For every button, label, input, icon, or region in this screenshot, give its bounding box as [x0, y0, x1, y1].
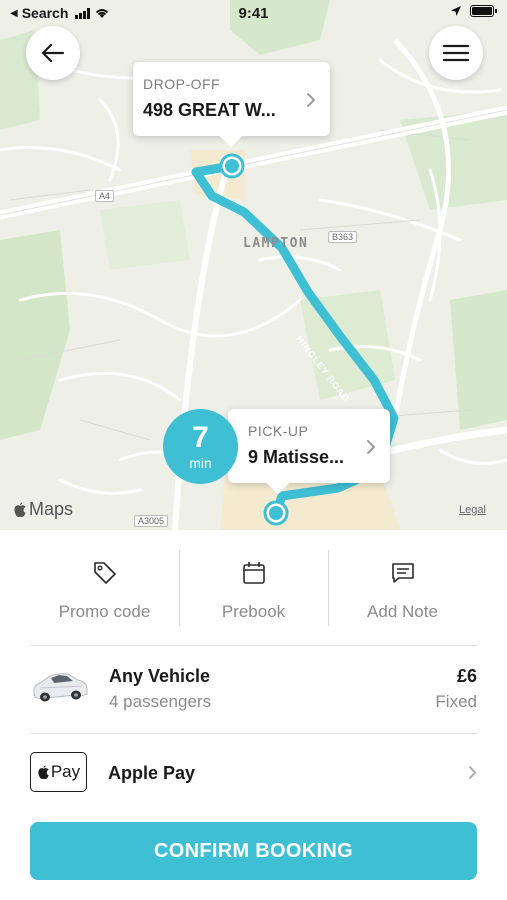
maps-label: Maps [29, 499, 74, 519]
menu-button[interactable] [429, 26, 483, 80]
back-arrow-icon [41, 43, 65, 63]
road-badge-a3005: A3005 [134, 515, 169, 527]
booking-options: Promo code Prebook Add Note [30, 550, 477, 626]
vehicle-price: £6 [456, 666, 477, 686]
apple-logo-icon [38, 764, 49, 779]
add-note-label: Add Note [367, 602, 438, 621]
add-note-option[interactable]: Add Note [328, 550, 477, 626]
eta-unit: min [189, 455, 212, 471]
dropoff-address: 498 GREAT W... [143, 100, 276, 120]
battery-icon [470, 5, 497, 17]
promo-code-label: Promo code [58, 602, 151, 621]
eta-badge: 7 min [163, 409, 238, 484]
area-label: LAMPTON [243, 236, 309, 251]
status-time: 9:41 [238, 5, 269, 22]
apple-maps-logo: Maps [13, 499, 73, 520]
apple-pay-badge: Pay [30, 752, 87, 792]
note-icon [391, 563, 414, 583]
status-right-icons [450, 5, 497, 17]
confirm-booking-button[interactable]: CONFIRM BOOKING [30, 822, 477, 880]
apple-logo-icon [14, 501, 26, 517]
prebook-option[interactable]: Prebook [179, 550, 328, 626]
road-badge-b363: B363 [328, 231, 358, 243]
tag-icon [93, 562, 116, 584]
status-bar: ◀ Search 9:41 [0, 0, 507, 28]
back-button[interactable] [26, 26, 80, 80]
calendar-icon [242, 562, 265, 584]
payment-method-name: Apple Pay [108, 763, 196, 783]
chevron-right-icon [307, 93, 316, 107]
vehicle-name: Any Vehicle [109, 666, 211, 686]
dropoff-label: DROP-OFF [143, 76, 221, 92]
payment-method-selector[interactable]: Pay Apple Pay [30, 734, 477, 816]
legal-link[interactable]: Legal [459, 504, 486, 516]
chevron-right-icon [367, 440, 376, 454]
car-image [33, 673, 88, 702]
booking-panel: Promo code Prebook Add Note Any Vehicle … [0, 530, 507, 900]
location-arrow-icon [451, 6, 461, 16]
dropoff-callout[interactable]: DROP-OFF 498 GREAT W... [133, 62, 330, 148]
apple-pay-badge-text: Pay [50, 762, 81, 781]
hamburger-icon [443, 44, 469, 62]
prebook-label: Prebook [221, 602, 286, 621]
vehicle-passengers: 4 passengers [109, 692, 212, 711]
pickup-label: PICK-UP [248, 423, 309, 439]
road-badge-a4: A4 [95, 190, 115, 202]
price-type: Fixed [435, 692, 477, 711]
chevron-right-icon [469, 766, 477, 779]
promo-code-option[interactable]: Promo code [30, 550, 179, 626]
vehicle-selector[interactable]: Any Vehicle 4 passengers £6 Fixed [30, 646, 477, 734]
eta-number: 7 [192, 421, 209, 454]
map-view[interactable]: LAMPTON HINGLEY ROAD A4 B363 A3005 ◀ Sea… [0, 0, 507, 530]
pickup-callout[interactable]: PICK-UP 9 Matisse... [228, 409, 390, 495]
